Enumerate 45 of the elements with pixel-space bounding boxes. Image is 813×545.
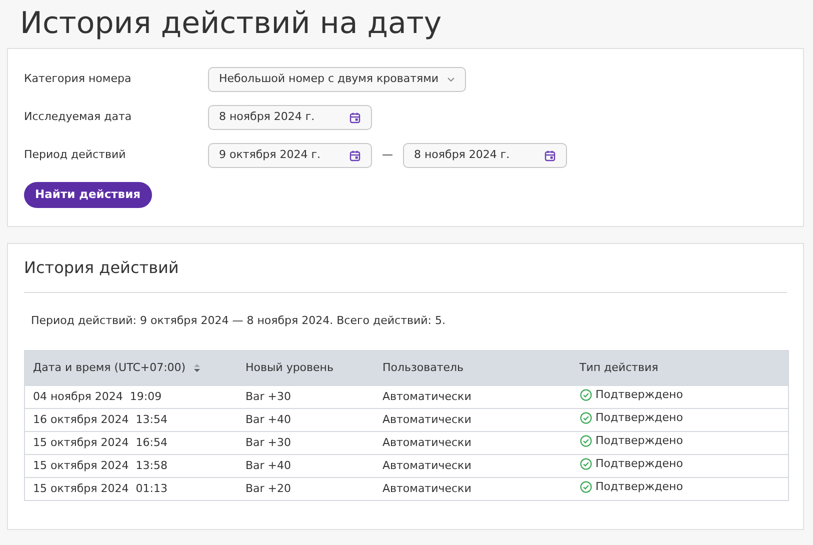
column-header: Пользователь <box>382 360 464 376</box>
table-cell: Bar +40 <box>246 458 292 472</box>
check-circle-icon <box>580 435 592 448</box>
table-cell: 04 ноября 2024 19:09 <box>33 390 162 403</box>
table-cell: Автоматически <box>382 390 472 403</box>
table-cell: 15 октября 2024 01:13 <box>33 482 168 495</box>
check-circle-icon <box>580 481 592 494</box>
calendar-icon <box>349 150 361 162</box>
table-cell: Автоматически <box>382 412 472 426</box>
status-text: Подтверждено <box>596 410 683 426</box>
check-circle-icon <box>580 412 592 424</box>
status-text: Подтверждено <box>596 456 683 472</box>
field-label: Категория номера <box>24 71 132 88</box>
table-cell: Bar +30 <box>246 436 292 449</box>
range-separator: — <box>381 147 394 164</box>
search-button[interactable]: Найти действия <box>24 182 152 208</box>
column-header: Новый уровень <box>246 360 334 376</box>
page-title: История действий на дату <box>19 5 443 43</box>
calendar-icon <box>544 150 556 162</box>
table-cell: Автоматически <box>382 482 472 495</box>
status-text: Подтверждено <box>596 387 683 404</box>
table-cell: Bar +40 <box>246 412 292 426</box>
summary-text: Период действий: 9 октября 2024 — 8 ноября 2024. Всего действий: 5. <box>30 313 446 329</box>
category-dropdown[interactable]: Небольшой номер с двумя кроватями <box>208 67 466 92</box>
status-text: Подтверждено <box>596 479 683 496</box>
check-circle-icon <box>580 458 592 470</box>
check-circle-icon <box>580 389 592 402</box>
table-cell: Bar +30 <box>246 390 292 403</box>
column-header: Тип действия <box>580 360 658 376</box>
column-header[interactable]: Дата и время (UTC+07:00) <box>33 360 201 376</box>
field-label: Исследуемая дата <box>24 109 133 126</box>
date-field[interactable]: 8 ноября 2024 г. <box>208 105 372 130</box>
status-text: Подтверждено <box>596 433 683 450</box>
table-cell: 15 октября 2024 16:54 <box>33 436 168 449</box>
table-cell: Автоматически <box>382 436 472 449</box>
table-cell: Автоматически <box>382 458 472 472</box>
table-cell: 16 октября 2024 13:54 <box>33 412 168 426</box>
calendar-icon <box>349 112 361 124</box>
table-cell: 15 октября 2024 13:58 <box>33 458 168 472</box>
field-label: Период действий <box>24 147 127 164</box>
section-title: История действий <box>24 244 787 293</box>
table-cell: Bar +20 <box>246 482 292 495</box>
date-field[interactable]: 8 ноября 2024 г. <box>403 143 567 168</box>
date-field[interactable]: 9 октября 2024 г. <box>208 143 372 168</box>
chevron-down-icon <box>446 77 455 82</box>
